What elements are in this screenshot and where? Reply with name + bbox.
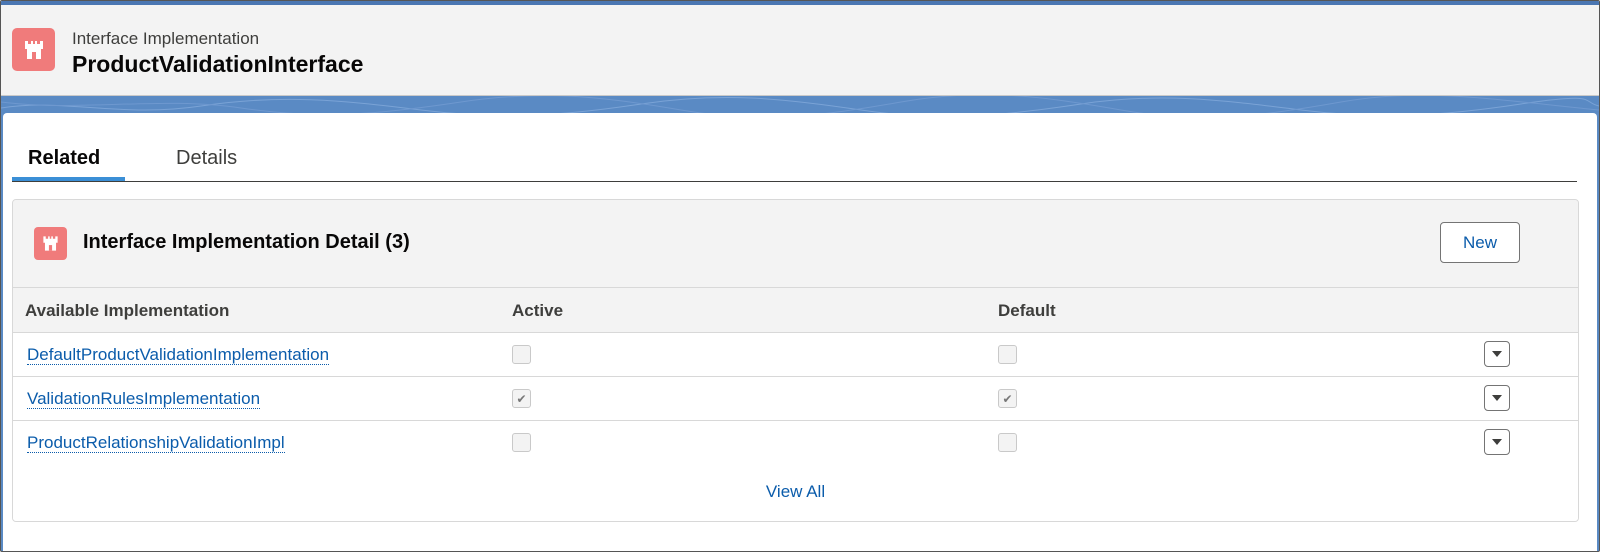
table-row: DefaultProductValidationImplementation bbox=[13, 333, 1578, 377]
checkmark-icon: ✔ bbox=[1002, 391, 1013, 406]
related-list-header: Interface Implementation Detail (3) New bbox=[13, 200, 1578, 287]
record-header: Interface Implementation ProductValidati… bbox=[1, 1, 1599, 96]
record-type-label: Interface Implementation bbox=[72, 29, 260, 48]
related-list-table: Available Implementation Active Default … bbox=[13, 287, 1578, 465]
record-title: ProductValidationInterface bbox=[72, 51, 364, 77]
app-frame: Interface Implementation ProductValidati… bbox=[0, 0, 1600, 552]
table-row: ValidationRulesImplementation ✔ ✔ bbox=[13, 377, 1578, 421]
related-list-title: Interface Implementation Detail (3) bbox=[83, 231, 410, 253]
active-checkbox: ✔ bbox=[512, 389, 531, 408]
implementation-link[interactable]: DefaultProductValidationImplementation bbox=[27, 345, 330, 365]
chevron-down-icon bbox=[1492, 439, 1502, 445]
implementation-link[interactable]: ValidationRulesImplementation bbox=[27, 389, 261, 409]
table-header: Available Implementation Active Default bbox=[13, 288, 1578, 333]
related-list-card: Interface Implementation Detail (3) New … bbox=[12, 199, 1579, 522]
chevron-down-icon bbox=[1492, 351, 1502, 357]
record-body-card: Related Details Interface Implementation… bbox=[3, 113, 1597, 551]
new-button[interactable]: New bbox=[1440, 222, 1520, 263]
default-checkbox bbox=[998, 433, 1017, 452]
tab-details[interactable]: Details bbox=[176, 147, 237, 170]
chevron-down-icon bbox=[1492, 395, 1502, 401]
column-header-default: Default bbox=[998, 301, 1056, 320]
view-all-link[interactable]: View All bbox=[766, 482, 825, 502]
default-checkbox bbox=[998, 345, 1017, 364]
related-list-footer: View All bbox=[13, 462, 1578, 521]
active-checkbox bbox=[512, 345, 531, 364]
default-checkbox: ✔ bbox=[998, 389, 1017, 408]
row-actions-button[interactable] bbox=[1484, 341, 1510, 367]
active-checkbox bbox=[512, 433, 531, 452]
checkmark-icon: ✔ bbox=[516, 391, 527, 406]
castle-icon bbox=[12, 28, 55, 71]
active-tab-indicator bbox=[12, 177, 125, 181]
castle-icon bbox=[34, 227, 67, 260]
column-header-active: Active bbox=[512, 301, 564, 320]
tab-related[interactable]: Related bbox=[28, 147, 100, 170]
implementation-link[interactable]: ProductRelationshipValidationImpl bbox=[27, 433, 285, 453]
row-actions-button[interactable] bbox=[1484, 429, 1510, 455]
row-actions-button[interactable] bbox=[1484, 385, 1510, 411]
table-row: ProductRelationshipValidationImpl bbox=[13, 421, 1578, 465]
column-header-available-implementation: Available Implementation bbox=[25, 301, 230, 320]
tab-bar: Related Details bbox=[12, 137, 1577, 182]
